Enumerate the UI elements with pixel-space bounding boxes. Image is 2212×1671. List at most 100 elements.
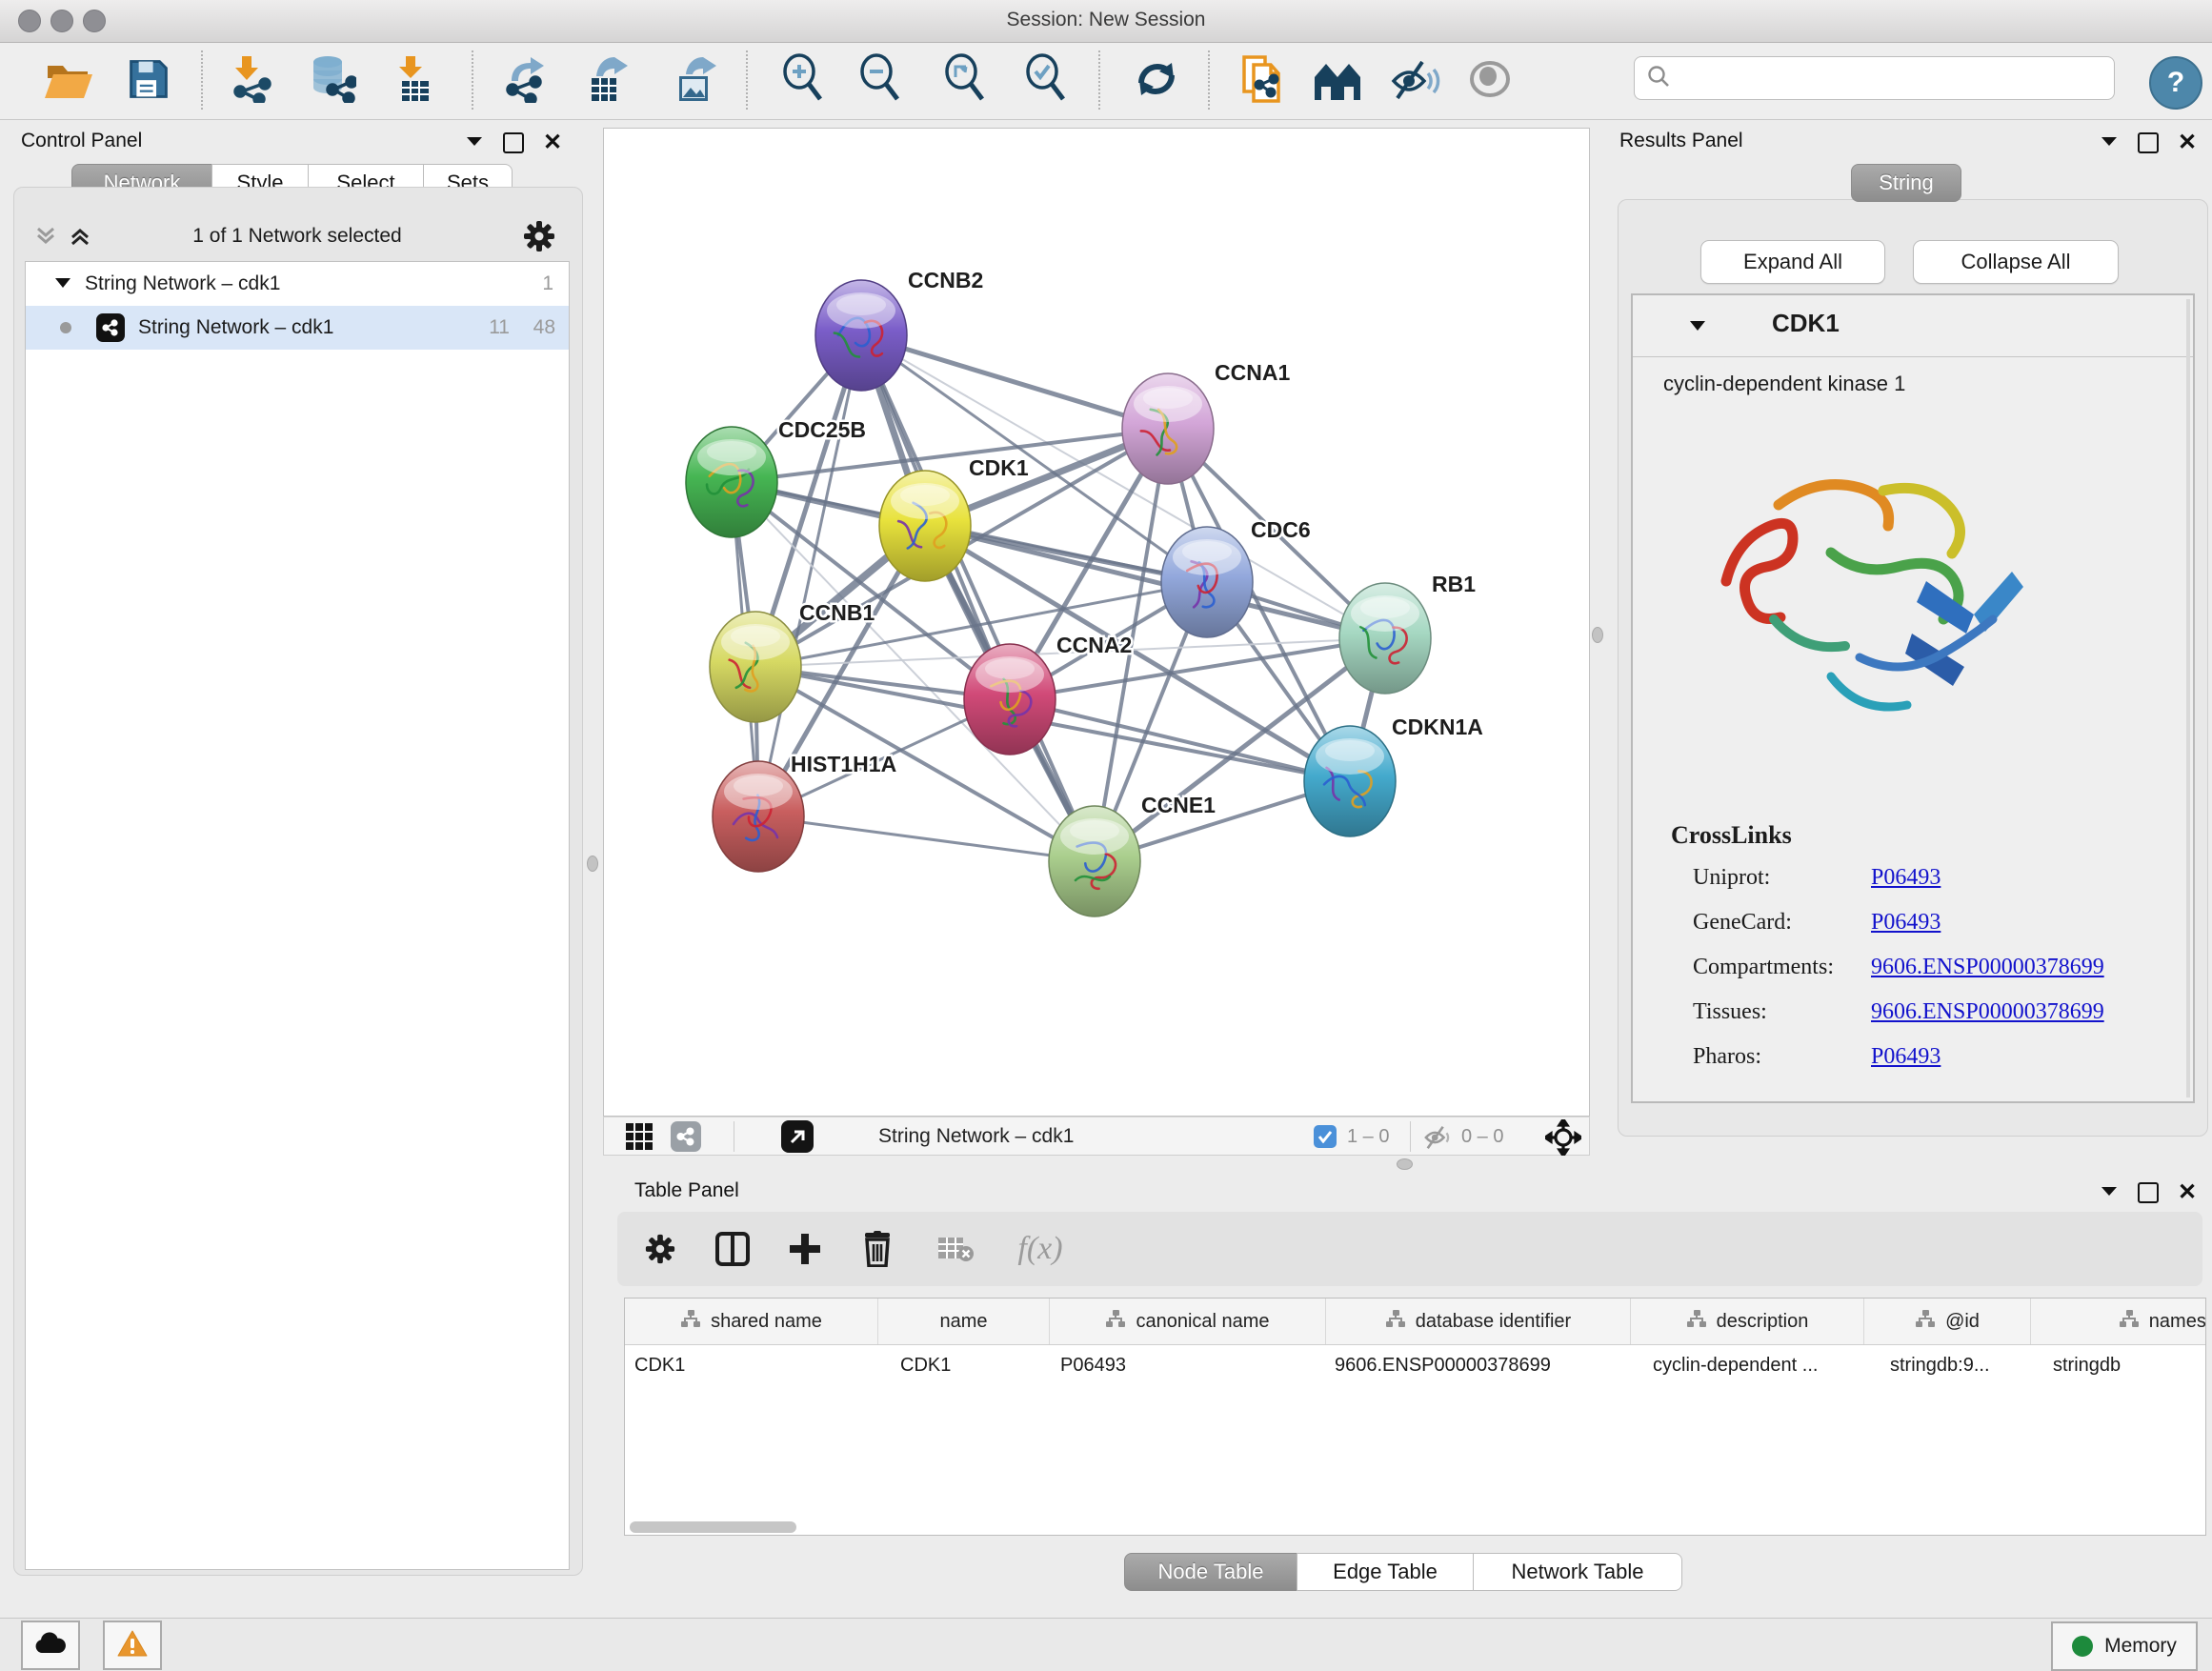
selected-nodes-checkbox[interactable] [1314, 1125, 1337, 1148]
network-view-type-icon[interactable] [671, 1121, 701, 1152]
close-panel-icon[interactable]: ✕ [543, 131, 562, 154]
create-column-icon[interactable] [781, 1225, 829, 1273]
column-header-database-identifier[interactable]: database identifier [1325, 1299, 1630, 1344]
close-panel-icon[interactable]: ✕ [2178, 1181, 2197, 1204]
show-all-button[interactable] [1463, 54, 1517, 108]
cell-name[interactable]: CDK1 [877, 1355, 1049, 1377]
tab-network-table[interactable]: Network Table [1473, 1553, 1682, 1591]
delete-column-icon[interactable] [854, 1225, 901, 1273]
memory-button[interactable]: Memory [2051, 1621, 2198, 1671]
network-canvas[interactable]: CCNB2CCNA1CDC25BCDK1CDC6RB1CCNB1CCNA2CDK… [603, 128, 1590, 1117]
table-options-gear-icon[interactable] [636, 1225, 684, 1273]
search-field[interactable] [1634, 56, 2115, 100]
cell-database-identifier[interactable]: 9606.ENSP00000378699 [1325, 1355, 1630, 1377]
cloud-status-button[interactable] [21, 1621, 80, 1670]
graph-node[interactable] [713, 761, 804, 872]
network-options-gear-icon[interactable] [522, 219, 556, 258]
network-graph[interactable]: CCNB2CCNA1CDC25BCDK1CDC6RB1CCNB1CCNA2CDK… [604, 129, 1589, 1116]
hide-selected-button[interactable] [1389, 54, 1442, 108]
export-table-button[interactable] [583, 54, 636, 108]
network-from-selection-button[interactable] [1235, 54, 1288, 108]
float-panel-icon[interactable] [503, 132, 524, 153]
detach-view-icon[interactable] [781, 1120, 814, 1153]
panel-menu-icon[interactable] [2100, 134, 2119, 152]
tab-node-table[interactable]: Node Table [1124, 1553, 1297, 1591]
import-network-file-button[interactable] [225, 54, 278, 108]
export-network-button[interactable] [499, 54, 553, 108]
grid-view-icon[interactable] [625, 1122, 654, 1156]
function-builder-button[interactable]: f(x) [1002, 1225, 1078, 1273]
graph-node[interactable] [1339, 583, 1431, 694]
first-neighbors-button[interactable] [1312, 54, 1365, 108]
open-session-button[interactable] [42, 54, 95, 108]
left-splitter-handle[interactable] [587, 856, 598, 872]
table-row[interactable]: CDK1 CDK1 P06493 9606.ENSP00000378699 cy… [625, 1345, 2205, 1385]
help-button[interactable]: ? [2149, 56, 2202, 110]
graph-node[interactable] [1304, 726, 1396, 836]
table-horizontal-scrollbar[interactable] [630, 1521, 796, 1533]
graph-node[interactable] [1122, 373, 1214, 484]
tab-edge-table[interactable]: Edge Table [1297, 1553, 1474, 1591]
graph-node[interactable] [964, 644, 1056, 755]
crosslink-value[interactable]: P06493 [1871, 865, 1941, 891]
cell-id[interactable]: stringdb:9... [1863, 1355, 2030, 1377]
import-table-file-button[interactable] [389, 54, 442, 108]
table-panel-title: Table Panel [634, 1179, 739, 1202]
column-header-shared-name[interactable]: shared name [625, 1299, 877, 1344]
graph-edge[interactable] [861, 335, 1095, 861]
card-scrollbar[interactable] [2186, 299, 2190, 1097]
cell-shared-name[interactable]: CDK1 [625, 1355, 877, 1377]
cell-canonical-name[interactable]: P06493 [1049, 1355, 1325, 1377]
search-input[interactable] [1671, 67, 2102, 91]
crosslink-value[interactable]: P06493 [1871, 1044, 1941, 1070]
delete-table-icon[interactable] [932, 1225, 979, 1273]
zoom-in-button[interactable] [777, 54, 831, 108]
column-header-name[interactable]: name [877, 1299, 1049, 1344]
panel-menu-icon[interactable] [2100, 1184, 2119, 1202]
graph-edge[interactable] [758, 816, 1095, 861]
network-row[interactable]: String Network – cdk1 11 48 [26, 306, 569, 350]
right-splitter-handle[interactable] [1592, 627, 1603, 643]
expand-all-button[interactable]: Expand All [1700, 240, 1885, 284]
collapse-section-icon[interactable] [1688, 318, 1707, 337]
import-network-database-button[interactable] [305, 54, 358, 108]
crosslink-row: Uniprot: P06493 [1693, 865, 1770, 891]
show-columns-icon[interactable] [709, 1225, 756, 1273]
column-header-canonical-name[interactable]: canonical name [1049, 1299, 1325, 1344]
crosslink-value[interactable]: P06493 [1871, 910, 1941, 936]
graph-node[interactable] [1049, 806, 1140, 916]
horizontal-splitter-handle[interactable] [1397, 1158, 1413, 1170]
network-collection-row[interactable]: String Network – cdk1 1 [26, 262, 569, 306]
column-header-namespace[interactable]: namespace [2030, 1299, 2206, 1344]
float-panel-icon[interactable] [2138, 132, 2159, 153]
save-session-button[interactable] [122, 54, 175, 108]
apply-layout-button[interactable] [1130, 54, 1183, 108]
graph-node[interactable] [879, 471, 971, 581]
column-header-id[interactable]: @id [1863, 1299, 2030, 1344]
tab-string[interactable]: String [1851, 164, 1961, 202]
cell-namespace[interactable]: stringdb [2030, 1355, 2206, 1377]
export-network-icon [502, 55, 550, 108]
cell-description[interactable]: cyclin-dependent ... [1630, 1355, 1863, 1377]
collapse-all-button[interactable]: Collapse All [1913, 240, 2119, 284]
graph-node[interactable] [1161, 527, 1253, 637]
crosslink-value[interactable]: 9606.ENSP00000378699 [1871, 999, 2104, 1025]
graph-node[interactable] [815, 280, 907, 391]
birds-eye-view-icon[interactable] [1545, 1119, 1581, 1160]
graph-node[interactable] [710, 612, 801, 722]
close-panel-icon[interactable]: ✕ [2178, 131, 2197, 154]
zoom-selected-button[interactable] [1020, 54, 1074, 108]
warnings-button[interactable] [103, 1621, 162, 1670]
protein-card-header[interactable]: CDK1 [1633, 295, 2193, 357]
graph-edge[interactable] [861, 335, 1168, 429]
tree-expand-icon[interactable] [54, 272, 71, 295]
float-panel-icon[interactable] [2138, 1182, 2159, 1203]
zoom-out-button[interactable] [855, 54, 908, 108]
crosslink-value[interactable]: 9606.ENSP00000378699 [1871, 955, 2104, 980]
graph-edge[interactable] [758, 335, 861, 816]
export-image-button[interactable] [671, 54, 724, 108]
column-header-description[interactable]: description [1630, 1299, 1863, 1344]
zoom-fit-button[interactable] [939, 54, 993, 108]
graph-node[interactable] [686, 427, 777, 537]
panel-menu-icon[interactable] [465, 134, 484, 152]
